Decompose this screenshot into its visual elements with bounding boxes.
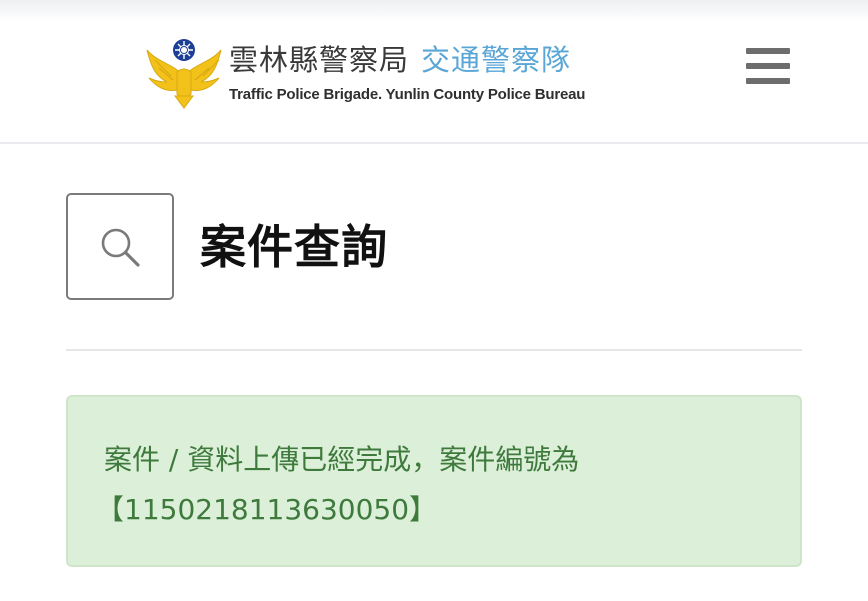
page-title: 案件查詢 xyxy=(200,220,388,274)
home-logo-link[interactable]: 雲林縣警察局 交通警察隊 Traffic Police Brigade. Yunl… xyxy=(145,36,595,112)
site-title-en: Traffic Police Brigade. Yunlin County Po… xyxy=(229,86,586,103)
success-alert: 案件 / 資料上傳已經完成，案件編號為 【1150218113630050】 xyxy=(66,395,802,567)
section-divider xyxy=(66,349,802,351)
page-title-icon-box xyxy=(66,193,174,300)
hamburger-menu-button[interactable] xyxy=(744,46,792,86)
page-root: 雲林縣警察局 交通警察隊 Traffic Police Brigade. Yunl… xyxy=(0,0,868,601)
agency-name-cn: 雲林縣警察局 xyxy=(229,43,410,77)
search-icon xyxy=(101,228,140,267)
case-number: 【1150218113630050】 xyxy=(96,493,438,526)
site-header: 雲林縣警察局 交通警察隊 Traffic Police Brigade. Yunl… xyxy=(0,0,868,142)
header-divider xyxy=(0,142,868,144)
unit-name-cn: 交通警察隊 xyxy=(421,43,572,77)
site-title-cn: 雲林縣警察局 交通警察隊 xyxy=(229,42,571,78)
alert-message-text: 案件 / 資料上傳已經完成，案件編號為 xyxy=(104,443,580,476)
alert-message: 案件 / 資料上傳已經完成，案件編號為 【1150218113630050】 xyxy=(96,435,784,535)
police-emblem-icon xyxy=(146,39,222,109)
